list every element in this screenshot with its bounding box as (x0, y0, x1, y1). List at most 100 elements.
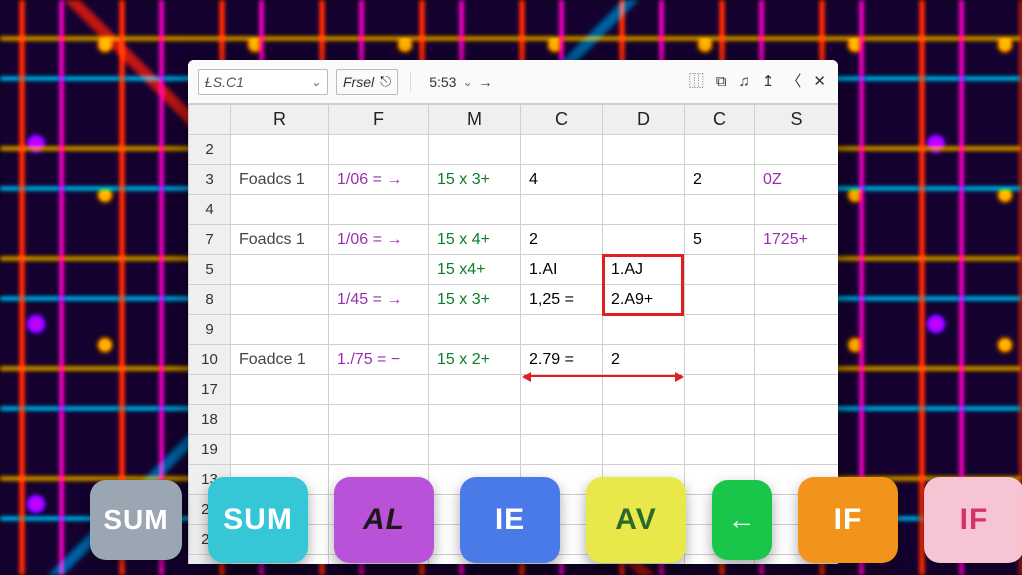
cell[interactable] (329, 405, 429, 435)
function-card-ie[interactable]: IE (460, 477, 560, 563)
row-header[interactable]: 4 (189, 195, 231, 225)
cell[interactable] (685, 405, 755, 435)
cell[interactable] (685, 375, 755, 405)
cell[interactable] (429, 135, 521, 165)
cell[interactable]: 5 (685, 225, 755, 255)
cell[interactable]: 1.AJ (603, 255, 685, 285)
col-header[interactable]: R (231, 105, 329, 135)
cell[interactable]: 4 (521, 165, 603, 195)
cell[interactable] (521, 315, 603, 345)
cell[interactable]: 1./75 = − (329, 345, 429, 375)
cell[interactable]: 2 (521, 225, 603, 255)
cell[interactable] (603, 435, 685, 465)
cell[interactable] (231, 435, 329, 465)
cell[interactable] (755, 255, 839, 285)
function-card-if[interactable]: IF (924, 477, 1022, 563)
cell[interactable]: 1725+ (755, 225, 839, 255)
cell[interactable] (603, 135, 685, 165)
col-header[interactable]: D (603, 105, 685, 135)
cell[interactable] (429, 195, 521, 225)
cell[interactable] (521, 375, 603, 405)
time-group[interactable]: 5:53 ⌄ → (423, 69, 498, 95)
cell[interactable] (329, 135, 429, 165)
music-icon[interactable]: ♫ (737, 74, 752, 89)
function-card-if[interactable]: IF (798, 477, 898, 563)
cell[interactable] (231, 375, 329, 405)
row-header[interactable]: 17 (189, 375, 231, 405)
cell[interactable] (603, 405, 685, 435)
cell[interactable] (429, 435, 521, 465)
col-header[interactable]: F (329, 105, 429, 135)
arrow-right-icon[interactable]: → (479, 74, 493, 90)
row-header[interactable]: 10 (189, 345, 231, 375)
cell[interactable] (603, 375, 685, 405)
cell[interactable]: 2 (603, 345, 685, 375)
cell[interactable]: 1.AI (521, 255, 603, 285)
select-all-corner[interactable] (189, 105, 231, 135)
col-header[interactable]: C (685, 105, 755, 135)
cell[interactable] (231, 405, 329, 435)
function-card-av[interactable]: AV (586, 477, 686, 563)
cell[interactable] (755, 285, 839, 315)
cell[interactable]: 15 x 2+ (429, 345, 521, 375)
cell[interactable] (521, 405, 603, 435)
row-header[interactable]: 18 (189, 405, 231, 435)
cell[interactable] (603, 165, 685, 195)
cell[interactable] (329, 375, 429, 405)
cell[interactable] (521, 435, 603, 465)
row-header[interactable]: 8 (189, 285, 231, 315)
cell[interactable] (685, 285, 755, 315)
up-arrow-icon[interactable]: ↥ (760, 74, 777, 89)
prev-icon[interactable]: 〈 (784, 74, 803, 89)
function-card-back[interactable]: ← (712, 480, 772, 560)
cell[interactable] (685, 135, 755, 165)
cell[interactable]: Foadcs 1 (231, 225, 329, 255)
cell[interactable] (603, 195, 685, 225)
cell[interactable]: 15 x 4+ (429, 225, 521, 255)
cell[interactable] (521, 135, 603, 165)
cell[interactable] (685, 255, 755, 285)
row-header[interactable]: 7 (189, 225, 231, 255)
cell[interactable]: 15 x 3+ (429, 285, 521, 315)
col-header[interactable]: C (521, 105, 603, 135)
cell[interactable] (329, 255, 429, 285)
name-box[interactable]: ⱢS.C1 ⌄ (198, 69, 328, 95)
function-card-al[interactable]: AL (334, 477, 434, 563)
list-icon[interactable]: ⿲ (687, 74, 706, 89)
cell[interactable] (231, 255, 329, 285)
cell[interactable] (755, 405, 839, 435)
cell[interactable] (685, 195, 755, 225)
function-card-sum[interactable]: SUM (208, 477, 308, 563)
row-header[interactable]: 9 (189, 315, 231, 345)
cell[interactable] (755, 195, 839, 225)
close-icon[interactable]: ✕ (811, 74, 828, 89)
row-header[interactable]: 2 (189, 135, 231, 165)
cell[interactable] (231, 135, 329, 165)
cell[interactable] (603, 315, 685, 345)
cell[interactable] (685, 435, 755, 465)
cell[interactable]: 15 x4+ (429, 255, 521, 285)
row-header[interactable]: 3 (189, 165, 231, 195)
cell[interactable]: 15 x 3+ (429, 165, 521, 195)
cell[interactable] (685, 345, 755, 375)
cell[interactable]: 1/06 = → (329, 165, 429, 195)
cell[interactable] (231, 315, 329, 345)
cell[interactable] (685, 315, 755, 345)
cell[interactable]: 1,25 = (521, 285, 603, 315)
cell[interactable] (755, 315, 839, 345)
cell[interactable]: 2.79 = (521, 345, 603, 375)
cell[interactable] (329, 315, 429, 345)
cell[interactable]: Foadce 1 (231, 345, 329, 375)
row-header[interactable]: 19 (189, 435, 231, 465)
cell[interactable]: Foadcs 1 (231, 165, 329, 195)
cell[interactable]: 1/06 = → (329, 225, 429, 255)
cell[interactable]: 1/45 = → (329, 285, 429, 315)
cell[interactable] (329, 195, 429, 225)
col-header[interactable]: M (429, 105, 521, 135)
col-header[interactable]: S (755, 105, 839, 135)
cell[interactable]: 2.A9+ (603, 285, 685, 315)
cell[interactable] (231, 195, 329, 225)
cell[interactable] (329, 435, 429, 465)
function-card-sum[interactable]: SUM (90, 480, 182, 560)
cell[interactable] (521, 195, 603, 225)
